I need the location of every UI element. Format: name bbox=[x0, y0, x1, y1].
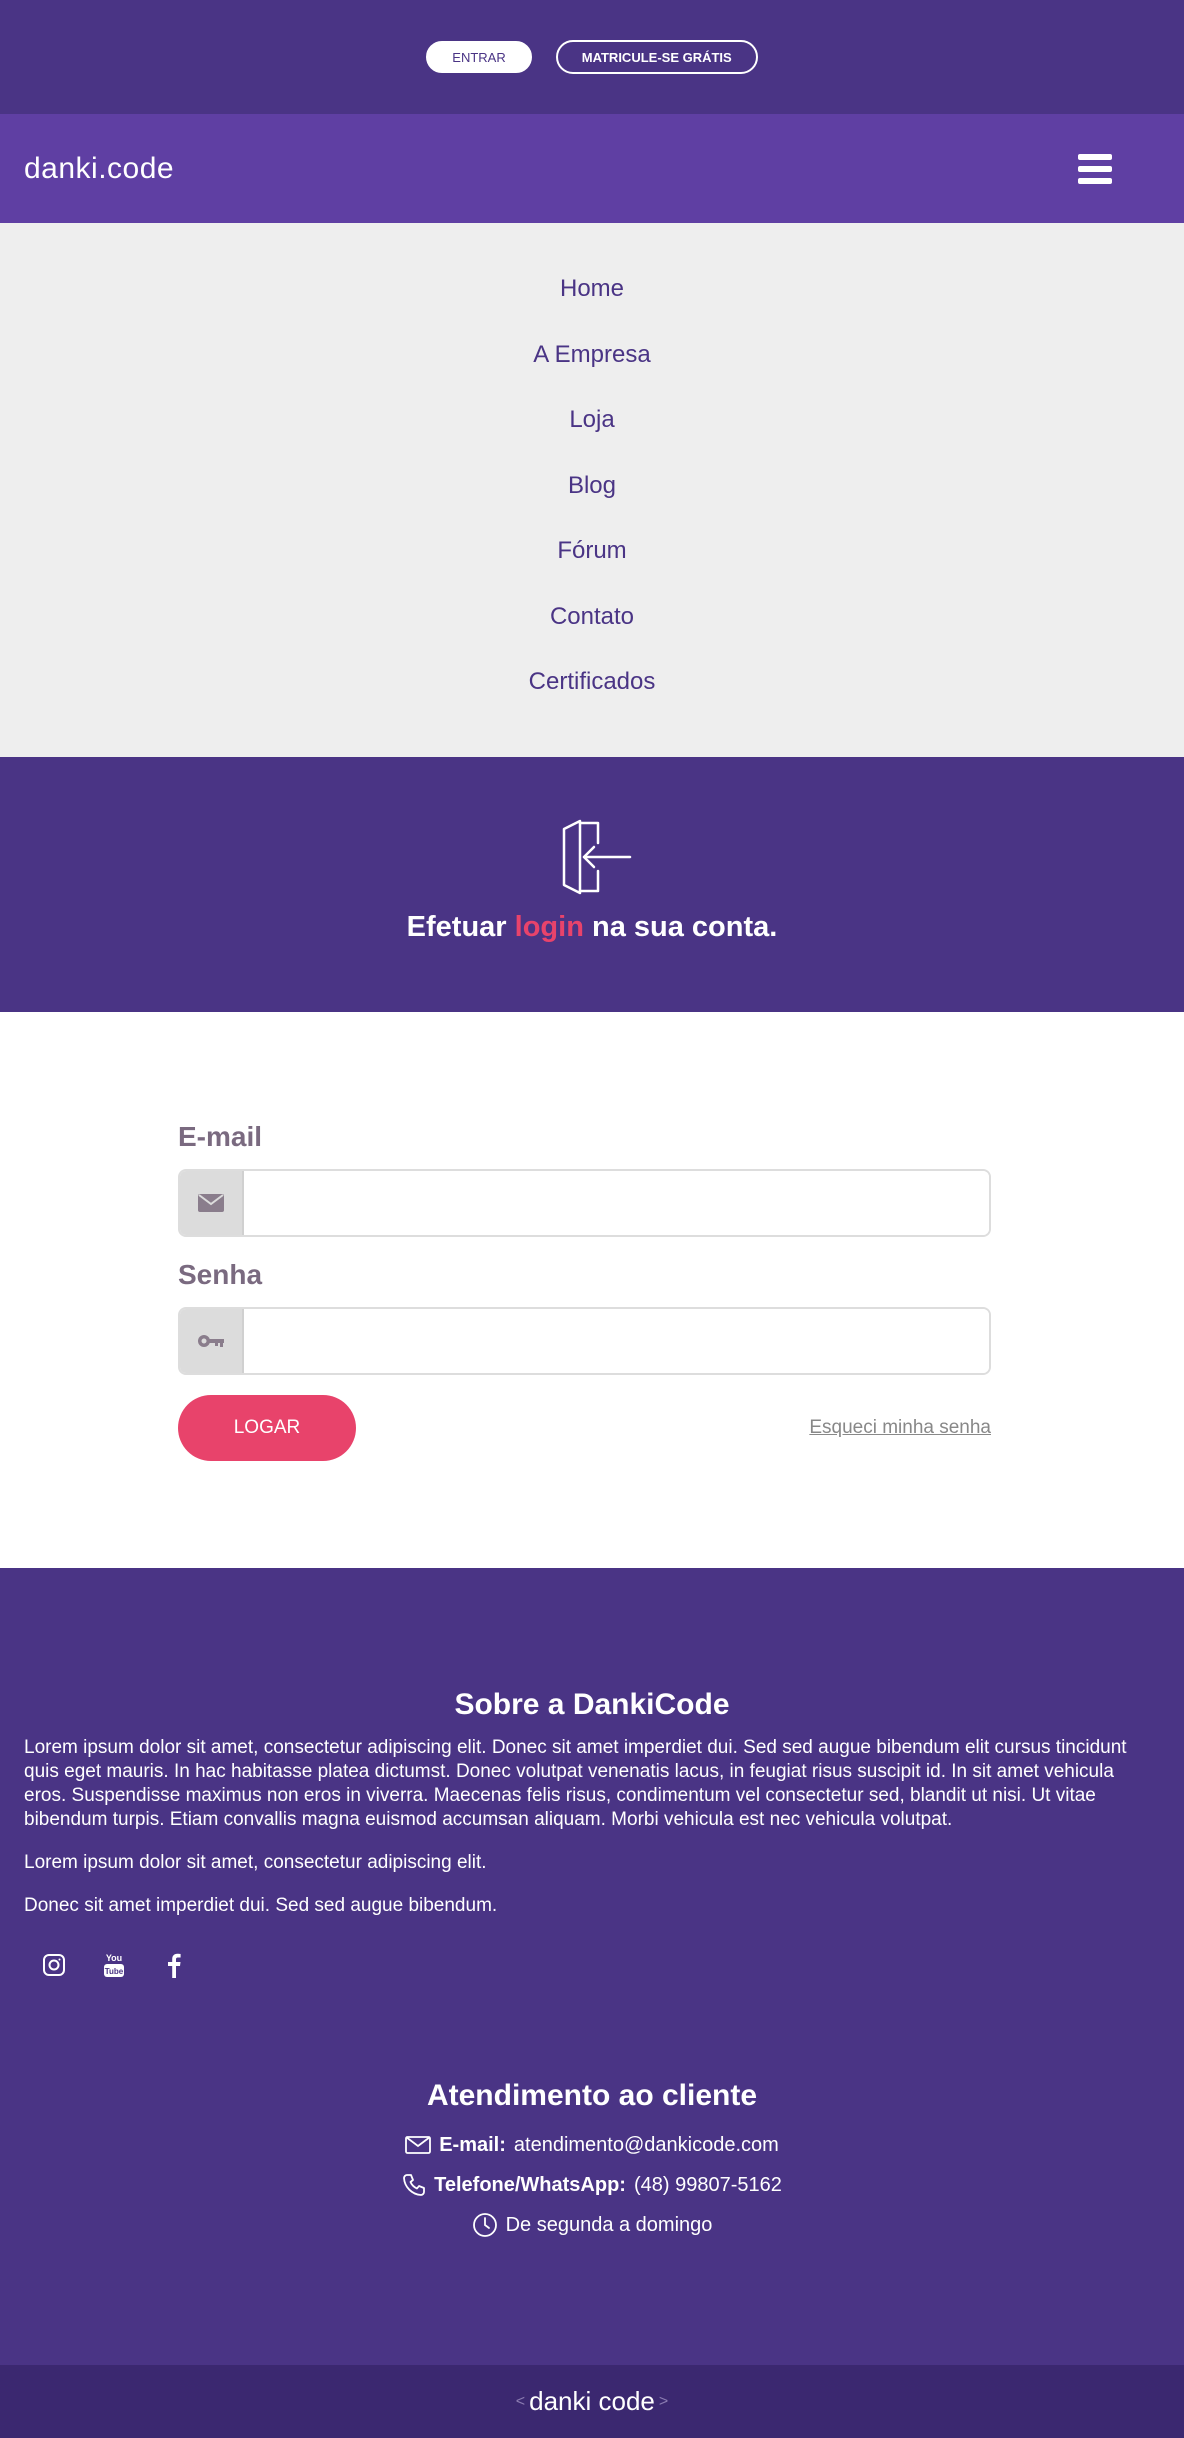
password-label: Senha bbox=[178, 1259, 263, 1290]
nav-item-blog[interactable]: Blog bbox=[0, 470, 1184, 536]
support-hours-text: De segunda a domingo bbox=[505, 2213, 713, 2236]
hamburger-icon[interactable] bbox=[1078, 153, 1112, 184]
phone-icon bbox=[403, 2174, 426, 2196]
envelope-icon bbox=[405, 2136, 432, 2154]
login-form: E-mail Senha LOGAR Esqueci minha senha bbox=[0, 1012, 1184, 1568]
password-input-group bbox=[178, 1307, 991, 1375]
form-actions: LOGAR Esqueci minha senha bbox=[178, 1395, 991, 1461]
about-paragraph: Lorem ipsum dolor sit amet, consectetur … bbox=[24, 1737, 1127, 1830]
clock-icon bbox=[472, 2213, 497, 2237]
support-email: E-mail: atendimento@dankicode.com bbox=[0, 2125, 1184, 2165]
svg-text:Tube: Tube bbox=[105, 1967, 124, 1976]
facebook-icon[interactable] bbox=[158, 1949, 190, 1981]
about-title: Sobre a DankiCode bbox=[454, 1688, 730, 1721]
about-paragraph: Donec sit amet imperdiet dui. Sed sed au… bbox=[24, 1895, 498, 1916]
site-header: danki.code bbox=[0, 114, 1184, 223]
customer-support: Atendimento ao cliente E-mail: atendimen… bbox=[0, 2079, 1184, 2245]
password-field[interactable] bbox=[244, 1309, 989, 1373]
nav-item-company[interactable]: A Empresa bbox=[0, 339, 1184, 405]
support-email-value[interactable]: atendimento@dankicode.com bbox=[514, 2134, 779, 2157]
logo-bracket-right: > bbox=[658, 2392, 669, 2410]
footer: Sobre a DankiCode Lorem ipsum dolor sit … bbox=[0, 1568, 1184, 2365]
forgot-password-link[interactable]: Esqueci minha senha bbox=[809, 1417, 991, 1439]
main-nav: Home A Empresa Loja Blog Fórum Contato C… bbox=[0, 223, 1184, 757]
email-field[interactable] bbox=[244, 1171, 989, 1235]
login-banner: Efetuar login na sua conta. bbox=[0, 757, 1184, 1012]
email-input-group bbox=[178, 1169, 991, 1237]
email-label: E-mail bbox=[178, 1121, 263, 1152]
logo-bracket-left: < bbox=[515, 2392, 526, 2410]
nav-item-certificates[interactable]: Certificados bbox=[0, 666, 1184, 732]
social-links: You Tube bbox=[0, 1937, 1184, 1981]
support-phone-value[interactable]: (48) 99807-5162 bbox=[634, 2174, 782, 2197]
svg-text:You: You bbox=[106, 1953, 122, 1963]
signup-button[interactable]: MATRICULE-SE GRÁTIS bbox=[555, 40, 758, 74]
top-bar: ENTRAR MATRICULE-SE GRÁTIS bbox=[0, 0, 1184, 114]
nav-item-forum[interactable]: Fórum bbox=[0, 535, 1184, 601]
login-title: Efetuar login na sua conta. bbox=[406, 911, 778, 943]
nav-item-store[interactable]: Loja bbox=[0, 404, 1184, 470]
nav-item-home[interactable]: Home bbox=[0, 273, 1184, 339]
submit-login-button[interactable]: LOGAR bbox=[178, 1395, 356, 1461]
support-email-label: E-mail: bbox=[439, 2133, 506, 2156]
support-phone-label: Telefone/WhatsApp: bbox=[434, 2173, 626, 2196]
support-hours: De segunda a domingo bbox=[0, 2205, 1184, 2245]
bottom-bar: < danki code > bbox=[0, 2365, 1184, 2438]
key-icon bbox=[180, 1309, 244, 1373]
about-paragraph: Lorem ipsum dolor sit amet, consectetur … bbox=[24, 1852, 487, 1873]
support-phone: Telefone/WhatsApp: (48) 99807-5162 bbox=[0, 2165, 1184, 2205]
instagram-icon[interactable] bbox=[38, 1949, 70, 1981]
envelope-icon bbox=[180, 1171, 244, 1235]
support-title: Atendimento ao cliente bbox=[426, 2079, 758, 2112]
door-enter-icon bbox=[562, 819, 632, 895]
logo[interactable]: danki.code bbox=[24, 152, 174, 186]
footer-logo[interactable]: danki code bbox=[529, 2386, 655, 2417]
about-text: Lorem ipsum dolor sit amet, consectetur … bbox=[0, 1736, 1184, 1918]
youtube-icon[interactable]: You Tube bbox=[98, 1949, 130, 1981]
login-button[interactable]: ENTRAR bbox=[426, 41, 532, 73]
nav-item-contact[interactable]: Contato bbox=[0, 601, 1184, 667]
